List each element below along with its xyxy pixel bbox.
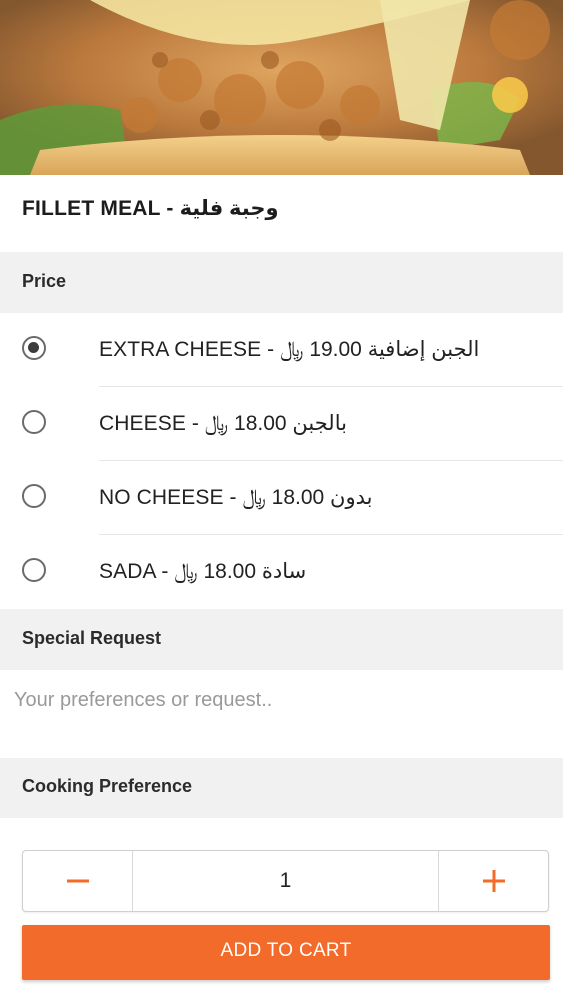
decrease-quantity-button[interactable] <box>23 851 133 911</box>
price-option-label: EXTRA CHEESE - الجبن إضافية 19.00 ﷼ <box>99 338 480 361</box>
increase-quantity-button[interactable] <box>438 851 548 911</box>
special-request-title: Special Request <box>22 628 162 648</box>
product-title: FILLET MEAL - وجبة فلية <box>22 197 279 220</box>
plus-icon <box>483 870 505 892</box>
fried-chicken-burger-photo <box>0 0 563 175</box>
price-option-label: SADA - سادة 18.00 ﷼ <box>99 560 307 583</box>
cooking-preference-header: Cooking Preference <box>0 758 563 818</box>
special-request-field-area <box>0 670 563 758</box>
radio-button[interactable] <box>22 484 46 508</box>
product-image <box>0 0 563 175</box>
add-to-cart-label: ADD TO CART <box>220 940 352 961</box>
quantity-value: 1 <box>279 869 292 892</box>
price-section-title: Price <box>22 271 67 291</box>
quantity-stepper: 1 <box>22 850 549 912</box>
add-to-cart-button[interactable]: ADD TO CART <box>22 925 550 980</box>
price-option-label: NO CHEESE - بدون 18.00 ﷼ <box>99 486 373 509</box>
price-option-cheese[interactable]: CHEESE - بالجبن 18.00 ﷼ <box>0 387 563 461</box>
radio-button[interactable] <box>22 558 46 582</box>
price-option-sada[interactable]: SADA - سادة 18.00 ﷼ <box>0 535 563 609</box>
cooking-preference-title: Cooking Preference <box>22 776 193 796</box>
radio-button-selected[interactable] <box>22 336 46 360</box>
price-option-no-cheese[interactable]: NO CHEESE - بدون 18.00 ﷼ <box>0 461 563 535</box>
radio-button[interactable] <box>22 410 46 434</box>
special-request-header: Special Request <box>0 609 563 670</box>
price-option-extra-cheese[interactable]: EXTRA CHEESE - الجبن إضافية 19.00 ﷼ <box>0 313 563 387</box>
product-title-row: FILLET MEAL - وجبة فلية <box>0 175 563 252</box>
price-option-label: CHEESE - بالجبن 18.00 ﷼ <box>99 412 347 435</box>
price-section-header: Price <box>0 252 563 313</box>
minus-icon <box>67 879 89 883</box>
special-request-input[interactable] <box>0 670 563 730</box>
